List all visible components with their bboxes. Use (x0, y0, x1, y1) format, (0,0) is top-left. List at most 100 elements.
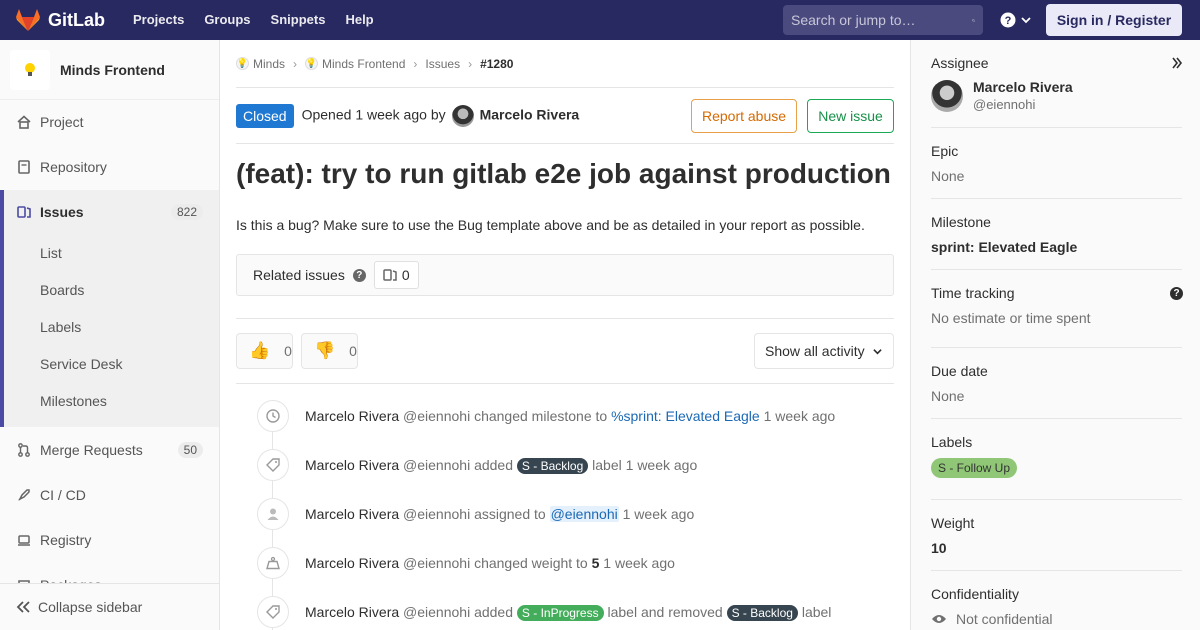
chevron-right-icon: › (468, 56, 473, 71)
search-box (783, 5, 983, 35)
sidebar-item-project[interactable]: Project (0, 100, 219, 144)
thumbs-down-icon: 👎 (314, 341, 336, 360)
due-date-title: Due date (931, 363, 988, 379)
divider (931, 499, 1182, 500)
note-author[interactable]: Marcelo Rivera (305, 408, 399, 424)
crumb-minds-frontend[interactable]: 💡 Minds Frontend (305, 57, 405, 71)
note-user[interactable]: @eiennohi (403, 408, 470, 424)
confidentiality-value: Not confidential (956, 611, 1053, 627)
nav-groups[interactable]: Groups (194, 0, 260, 40)
note-time: 1 week ago (622, 506, 695, 522)
chevron-right-icon: › (293, 56, 298, 71)
label-badge[interactable]: S - InProgress (516, 604, 604, 621)
issues-icon (16, 204, 32, 220)
sidebar-item-merge-requests[interactable]: Merge Requests 50 (0, 428, 219, 472)
divider (931, 418, 1182, 419)
label-badge[interactable]: S - Backlog (516, 457, 589, 474)
related-issues-count[interactable]: 0 (373, 261, 419, 289)
sidebar-item-issues[interactable]: Issues 822 (0, 190, 219, 234)
weight-value: 5 (591, 555, 600, 571)
signin-button[interactable]: Sign in / Register (1046, 4, 1182, 36)
activity-filter-dropdown[interactable]: Show all activity (754, 333, 894, 369)
note-action-middle: label and removed (607, 603, 723, 620)
note-user[interactable]: @eiennohi (403, 604, 470, 620)
time-tracking-title: Time tracking (931, 285, 1015, 301)
thumbs-down-count: 0 (349, 343, 357, 359)
crumb-issues[interactable]: Issues (425, 57, 460, 71)
sidebar-sub-service-desk[interactable]: Service Desk (40, 356, 122, 372)
system-note: Marcelo Rivera @eiennohi added S - Backl… (236, 449, 894, 481)
note-user[interactable]: @eiennohi (403, 457, 470, 473)
crumb-issue-number[interactable]: #1280 (480, 57, 513, 71)
label-badge[interactable]: S - Backlog (726, 604, 798, 621)
nav-snippets[interactable]: Snippets (261, 0, 336, 40)
note-author[interactable]: Marcelo Rivera (305, 604, 399, 620)
note-author[interactable]: Marcelo Rivera (305, 457, 399, 473)
note-action: added (474, 603, 514, 620)
milestone-value[interactable]: sprint: Elevated Eagle (931, 239, 1182, 255)
crumb-minds[interactable]: 💡 Minds (236, 57, 285, 71)
collapse-sidebar-button[interactable]: Collapse sidebar (0, 583, 219, 630)
main-content: 💡 Minds › 💡 Minds Frontend › Issues › #128… (236, 40, 894, 630)
sidebar-item-label: Project (40, 114, 84, 130)
sidebar-item-label: Merge Requests (40, 442, 143, 458)
doc-icon (16, 159, 32, 175)
report-abuse-button[interactable]: Report abuse (691, 99, 797, 133)
nav-help[interactable]: Help (335, 0, 383, 40)
note-time: 1 week ago (603, 555, 675, 571)
issue-title: (feat): try to run gitlab e2e job agains… (236, 158, 891, 189)
sidebar-item-label: Issues (40, 204, 84, 220)
author-name[interactable]: Marcelo Rivera (480, 106, 580, 122)
user-mention[interactable]: @eiennohi (549, 506, 619, 522)
collapse-label: Collapse sidebar (38, 599, 143, 615)
search-input[interactable] (791, 12, 972, 28)
chevron-down-icon (1021, 17, 1031, 24)
milestone-block: Milestone sprint: Elevated Eagle (931, 214, 1182, 255)
note-user[interactable]: @eiennohi (403, 555, 470, 571)
assignee-block: Assignee Marcelo Rivera @eiennohi (931, 55, 1182, 112)
question-icon[interactable]: ? (1170, 287, 1183, 300)
question-icon[interactable]: ? (352, 268, 366, 282)
new-issue-button[interactable]: New issue (807, 99, 894, 133)
confidentiality-block: Confidentiality Not confidential (931, 586, 1182, 627)
divider (931, 127, 1182, 128)
sidebar-sub-milestones[interactable]: Milestones (40, 393, 107, 409)
related-issues-label: Related issues (253, 267, 345, 283)
related-count-value: 0 (401, 267, 410, 283)
weight-block: Weight 10 (931, 515, 1182, 556)
sidebar-item-repository[interactable]: Repository (0, 145, 219, 189)
gitlab-home-link[interactable]: GitLab (0, 0, 105, 40)
divider (931, 269, 1182, 270)
thumbs-up-button[interactable]: 👍 0 (236, 333, 293, 369)
sidebar-sub-boards[interactable]: Boards (40, 282, 84, 298)
note-author[interactable]: Marcelo Rivera (305, 555, 399, 571)
sidebar-item-label: CI / CD (40, 487, 86, 503)
issue-description: Is this a bug? Make sure to use the Bug … (236, 217, 865, 233)
group-avatar-icon: 💡 (236, 57, 249, 70)
sidebar-sub-labels[interactable]: Labels (40, 319, 81, 335)
confidentiality-row: Not confidential (931, 611, 1182, 627)
sidebar-item-cicd[interactable]: CI / CD (0, 473, 219, 517)
labels-block: Labels S - Follow Up (931, 434, 1182, 478)
project-header[interactable]: Minds Frontend (0, 40, 219, 100)
opened-time: 1 week ago (355, 106, 427, 123)
label-badge[interactable]: S - Follow Up (931, 458, 1018, 478)
opened-by: by (430, 106, 446, 123)
help-dropdown[interactable]: ? (1000, 0, 1031, 40)
expand-sidebar-icon[interactable] (1171, 57, 1183, 69)
note-text: Marcelo Rivera @eiennohi changed milesto… (305, 408, 835, 424)
assignee-row[interactable]: Marcelo Rivera @eiennohi (931, 79, 1182, 112)
sidebar-item-registry[interactable]: Registry (0, 518, 219, 562)
note-author[interactable]: Marcelo Rivera (305, 506, 399, 522)
thumbs-down-button[interactable]: 👎 0 (301, 333, 358, 369)
nav-links: Projects Groups Snippets Help (123, 0, 384, 40)
issues-section: Issues 822 List Boards Labels Service De… (0, 190, 219, 427)
nav-projects[interactable]: Projects (123, 0, 194, 40)
sidebar-sub-list[interactable]: List (40, 245, 62, 261)
author-avatar[interactable] (451, 104, 474, 127)
merge-requests-count-badge: 50 (177, 442, 203, 458)
note-user[interactable]: @eiennohi (403, 506, 470, 522)
milestone-link[interactable]: %sprint: Elevated Eagle (611, 408, 760, 424)
weight-icon (257, 547, 289, 579)
breadcrumb: 💡 Minds › 💡 Minds Frontend › Issues › #128… (236, 40, 894, 88)
